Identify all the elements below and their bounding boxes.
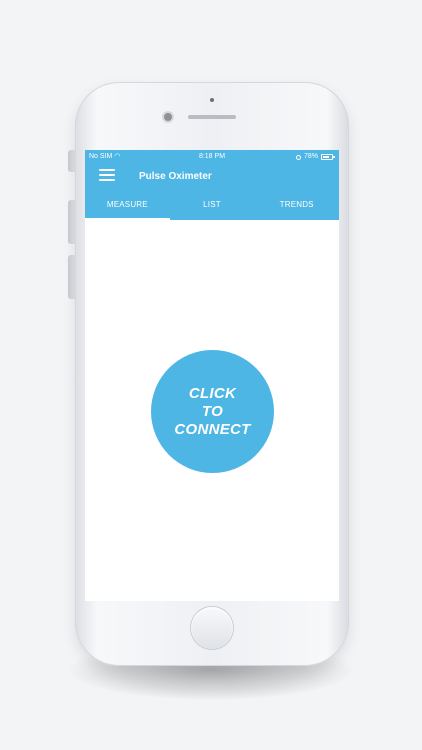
connect-line-1: CLICK <box>188 384 237 402</box>
app-title: Pulse Oximeter <box>139 171 212 182</box>
status-right: 78% <box>295 150 335 164</box>
tab-trends[interactable]: TRENDS <box>254 194 339 220</box>
battery-percent: 78% <box>303 153 318 160</box>
connect-line-3: CONNECT <box>174 420 251 438</box>
location-icon <box>295 154 301 160</box>
phone-frame: No SIM ◠ 8:18 PM 78% Pulse Oximeter MEAS… <box>75 82 349 666</box>
hamburger-menu-icon[interactable] <box>99 169 115 182</box>
tab-list[interactable]: LIST <box>170 194 255 220</box>
toolbar: Pulse Oximeter <box>85 164 339 188</box>
tab-measure[interactable]: MEASURE <box>85 194 170 220</box>
status-bar: No SIM ◠ 8:18 PM 78% <box>85 150 339 164</box>
phone-screen: No SIM ◠ 8:18 PM 78% Pulse Oximeter MEAS… <box>85 150 339 601</box>
proximity-sensor <box>210 98 214 102</box>
home-button[interactable] <box>191 607 233 649</box>
earpiece-speaker <box>188 115 236 119</box>
battery-icon <box>321 154 335 160</box>
click-to-connect-button[interactable]: CLICK TO CONNECT <box>151 350 274 473</box>
tab-bar: MEASURE LIST TRENDS <box>85 194 339 220</box>
front-camera <box>164 113 172 121</box>
device-mockup-stage: No SIM ◠ 8:18 PM 78% Pulse Oximeter MEAS… <box>0 0 422 750</box>
battery-fill <box>323 156 330 158</box>
app-header: No SIM ◠ 8:18 PM 78% Pulse Oximeter MEAS… <box>85 150 339 220</box>
connect-line-2: TO <box>201 402 224 420</box>
